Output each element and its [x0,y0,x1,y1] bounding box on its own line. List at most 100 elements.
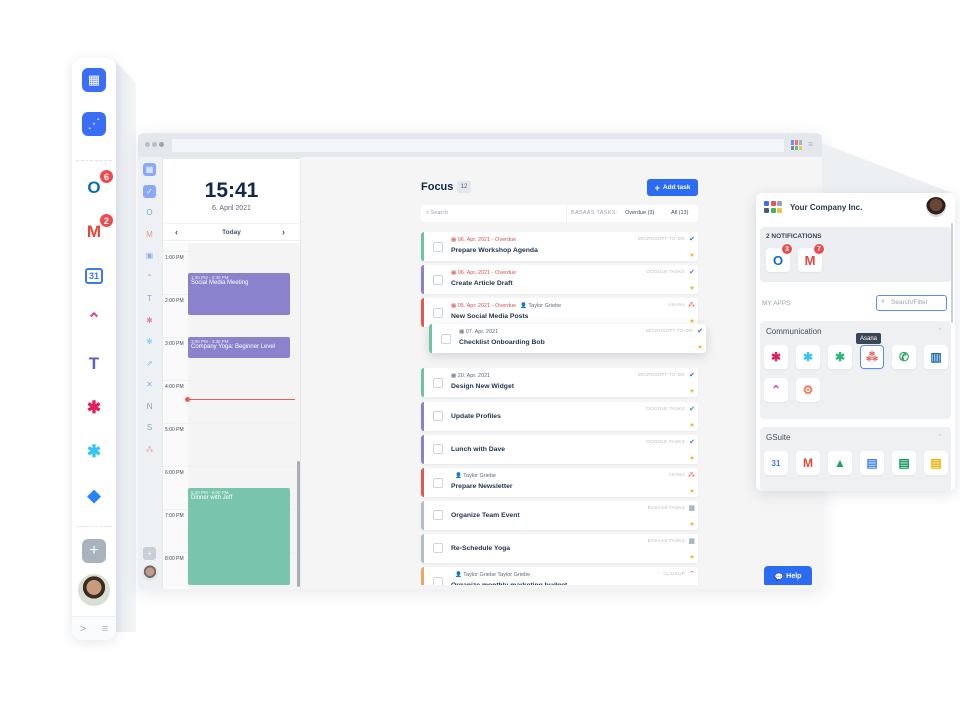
mini-sidebar-clickup-icon[interactable]: ⌃ [143,271,156,284]
add-app-button[interactable]: + [82,539,106,563]
notification-app-gmail[interactable]: M7 [798,243,825,272]
app-tile-hubspot[interactable]: ⚙ [796,378,820,402]
mini-sidebar-jira-icon[interactable]: ➚ [143,357,156,370]
app-tile-slack[interactable]: ✱ [764,345,788,369]
calendar-grid[interactable]: 1:00 PM 2:00 PM 3:00 PM 4:00 PM 5:00 PM 6:00 … [163,243,300,589]
task-checkbox[interactable] [433,478,443,488]
app-tile-slack-3[interactable]: ✱ [828,345,852,369]
app-tile-google-drive[interactable]: ▲ [828,451,852,475]
app-tile-google-calendar[interactable]: 31 [764,451,788,475]
task-checkbox[interactable] [433,543,443,553]
task-due-date: 20. Apr. 2021 [457,373,491,379]
task-checkbox[interactable] [433,308,443,318]
dock-app-teams[interactable]: T [82,352,106,376]
task-card[interactable]: Update Profiles GOOGLE TASKS ✔ ★ [421,402,698,431]
panel-scrollbar[interactable] [951,223,953,323]
collapse-chevron-icon[interactable]: ⌃ [937,327,943,335]
mini-sidebar-outlook-icon[interactable]: O [143,206,156,219]
task-checkbox[interactable] [433,275,443,285]
tasks-button[interactable]: ⋰ [82,112,106,136]
task-card[interactable]: Organize Team Event BASAAS TASKS ▦ ★ [421,501,698,530]
dock-app-clickup[interactable]: ⌃ [82,308,106,332]
star-icon[interactable]: ★ [689,520,695,528]
next-day-button[interactable]: › [282,228,285,237]
task-card[interactable]: Re-Schedule Yoga BASAAS TASKS ▦ ★ [421,534,698,563]
task-checkbox[interactable] [433,510,443,520]
help-button[interactable]: 💬 Help [764,566,812,587]
calendar-event[interactable]: 6:30 PM - 9:00 PM Dinner with Jeff [188,487,290,586]
user-avatar[interactable] [78,574,110,606]
dock-app-gmail[interactable]: M2 [82,213,114,244]
app-tile-clickup[interactable]: ⌃ [764,378,788,402]
url-bar[interactable] [172,139,784,152]
task-card[interactable]: 👤 Taylor Griebe Prepare Newsletter ASANA ⁂ ★ [421,468,698,497]
star-icon[interactable]: ★ [689,421,695,429]
mini-sidebar-asana-icon[interactable]: ⁂ [143,443,156,456]
star-icon[interactable]: ★ [689,387,695,395]
task-search-input[interactable]: ⌕ Search [426,210,448,217]
notification-app-outlook[interactable]: O3 [766,243,793,272]
mini-sidebar-sharepoint-icon[interactable]: S [143,421,156,434]
filter-all-tab[interactable]: All (13) [671,210,688,216]
app-filter-input[interactable]: ⌕ Search/Filter [876,295,947,311]
task-checkbox[interactable] [433,444,443,454]
window-dot[interactable] [145,142,150,147]
task-card[interactable]: ▦ 06. Apr. 2021 - Overdue Create Article … [421,265,698,294]
add-task-button[interactable]: + Add task [647,179,698,196]
calendar-scrollbar[interactable] [297,461,300,587]
basaas-logo-icon[interactable] [791,140,802,150]
star-icon[interactable]: ★ [689,454,695,462]
apps-grid-button[interactable]: ▦ [82,68,106,92]
expand-icon[interactable]: > [80,623,86,635]
calendar-event[interactable]: 3:00 PM - 3:30 PM Company Yoga: Beginner … [188,337,290,358]
dock-app-slack[interactable]: ✱ [82,396,106,420]
task-card[interactable]: ▦ 07. Apr. 2021 Checklist Onboarding Bob M… [429,324,706,353]
filter-overdue-tab[interactable]: Overdue (3) [625,210,654,216]
star-icon[interactable]: ★ [689,284,695,292]
dock-app-jira[interactable]: ◆ [82,484,106,508]
mini-sidebar-slack-icon[interactable]: ✱ [143,314,156,327]
task-card[interactable]: ▦ 20. Apr. 2021 Design New Widget MICROSOF… [421,368,698,397]
star-icon[interactable]: ★ [689,553,695,561]
app-tile-whatsapp[interactable]: ✆ [892,345,916,369]
mini-sidebar-notion-icon[interactable]: N [143,400,156,413]
panel-user-avatar[interactable] [926,197,946,217]
app-tile-google-docs[interactable]: ▤ [860,451,884,475]
mini-sidebar-google-calendar-icon[interactable]: ▣ [143,249,156,262]
task-card[interactable]: ▦ 06. Apr. 2021 - Overdue Prepare Worksho… [421,232,698,261]
mini-sidebar-gmail-icon[interactable]: M [143,228,156,241]
dock-app-google-calendar[interactable]: 31 [82,264,106,288]
calendar-event[interactable]: 1:30 PM - 2:30 PM Social Media Meeting [188,272,290,315]
mini-add-button[interactable]: + [143,547,156,560]
dock-app-outlook[interactable]: O6 [82,169,114,200]
task-checkbox[interactable] [433,242,443,252]
window-dot[interactable] [159,142,164,147]
task-card[interactable]: Lunch with Dave GOOGLE TASKS ✔ ★ [421,435,698,464]
window-dot[interactable] [152,142,157,147]
my-apps-label: MY APPS [762,300,791,307]
mini-sidebar-apps-grid-icon[interactable]: ▦ [143,163,156,176]
task-checkbox[interactable] [433,411,443,421]
browser-menu-icon[interactable]: ≡ [808,140,813,149]
mini-sidebar-slack-2-icon[interactable]: ✱ [143,335,156,348]
app-tile-google-sheets[interactable]: ▤ [892,451,916,475]
menu-icon[interactable]: ≡ [102,623,108,635]
mini-sidebar-tasks-icon[interactable]: ✓ [143,184,156,198]
star-icon[interactable]: ★ [697,343,703,351]
star-icon[interactable]: ★ [689,487,695,495]
app-tile-google-slides[interactable]: ▤ [924,451,948,475]
mini-sidebar-confluence-icon[interactable]: ✕ [143,378,156,391]
task-checkbox[interactable] [441,334,451,344]
today-button[interactable]: Today [163,229,300,236]
star-icon[interactable]: ★ [689,251,695,259]
app-tile-gmail[interactable]: M [796,451,820,475]
app-tile-asana[interactable]: ⁂ [860,345,884,369]
mini-user-avatar[interactable] [142,565,158,581]
mini-sidebar-teams-icon[interactable]: T [143,292,156,305]
dock-app-slack-2[interactable]: ✱ [82,440,106,464]
app-tile-trello[interactable]: ▥ [924,345,948,369]
task-checkbox[interactable] [433,378,443,388]
collapse-chevron-icon[interactable]: ⌃ [937,433,943,441]
app-tile-slack-2[interactable]: ✱ [796,345,820,369]
task-card[interactable]: ▦ 05. Apr. 2021 - Overdue 👤 Taylor Griebe… [421,298,698,327]
